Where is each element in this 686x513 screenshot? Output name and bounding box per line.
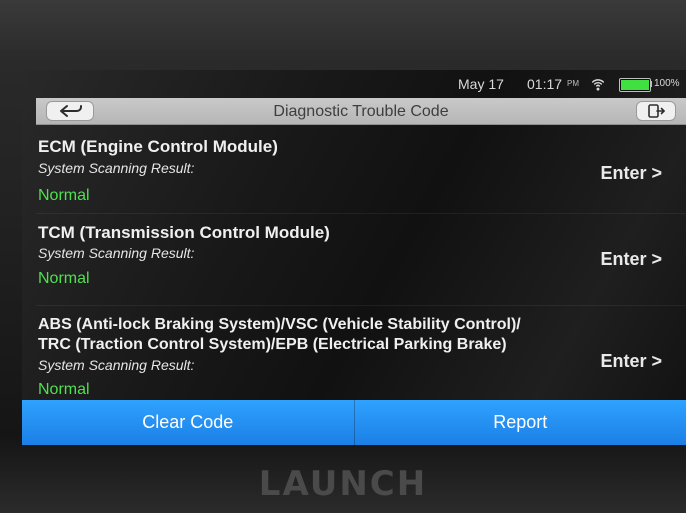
page-title: Diagnostic Trouble Code xyxy=(273,103,449,120)
scan-value: Normal xyxy=(38,187,90,204)
device: May 17 01:17 PM 100% Diagnostic Trouble … xyxy=(0,0,686,513)
enter-link[interactable]: Enter > xyxy=(600,351,662,371)
screen: May 17 01:17 PM 100% Diagnostic Trouble … xyxy=(22,70,686,445)
module-row-abs[interactable]: ABS (Anti-lock Braking System)/VSC (Vehi… xyxy=(36,305,686,404)
launch-logo: LAUNCH xyxy=(258,464,428,504)
enter-link[interactable]: Enter > xyxy=(600,249,662,269)
scan-value: Normal xyxy=(38,270,90,287)
title-bar: Diagnostic Trouble Code xyxy=(36,98,686,125)
clear-code-button[interactable]: Clear Code xyxy=(22,400,355,445)
module-row-ecm[interactable]: ECM (Engine Control Module) System Scann… xyxy=(36,125,686,214)
battery-text: 100% xyxy=(654,78,680,89)
scan-label: System Scanning Result: xyxy=(38,245,195,261)
module-name-line-1: ABS (Anti-lock Braking System)/VSC (Vehi… xyxy=(38,316,521,333)
module-name: TCM (Transmission Control Module) xyxy=(38,223,330,242)
report-button[interactable]: Report xyxy=(354,400,686,445)
enter-link[interactable]: Enter > xyxy=(600,163,662,183)
module-name-line-2: TRC (Traction Control System)/EPB (Elect… xyxy=(38,336,507,353)
status-bar: May 17 01:17 PM 100% xyxy=(22,70,686,96)
exit-icon xyxy=(648,104,665,118)
module-list: ECM (Engine Control Module) System Scann… xyxy=(36,125,686,404)
battery-icon xyxy=(619,78,651,92)
scan-value: Normal xyxy=(38,381,90,398)
module-row-tcm[interactable]: TCM (Transmission Control Module) System… xyxy=(36,213,686,306)
bottom-actions: Clear Code Report xyxy=(22,400,686,445)
status-ampm: PM xyxy=(567,79,579,88)
battery-tip xyxy=(650,81,652,87)
battery-fill xyxy=(621,80,649,90)
exit-button[interactable] xyxy=(636,101,676,121)
module-name: ECM (Engine Control Module) xyxy=(38,137,278,156)
scan-label: System Scanning Result: xyxy=(38,357,195,373)
wifi-icon xyxy=(591,79,605,91)
scan-label: System Scanning Result: xyxy=(38,160,195,176)
status-time: 01:17 xyxy=(527,76,563,92)
status-date: May 17 xyxy=(458,76,504,92)
